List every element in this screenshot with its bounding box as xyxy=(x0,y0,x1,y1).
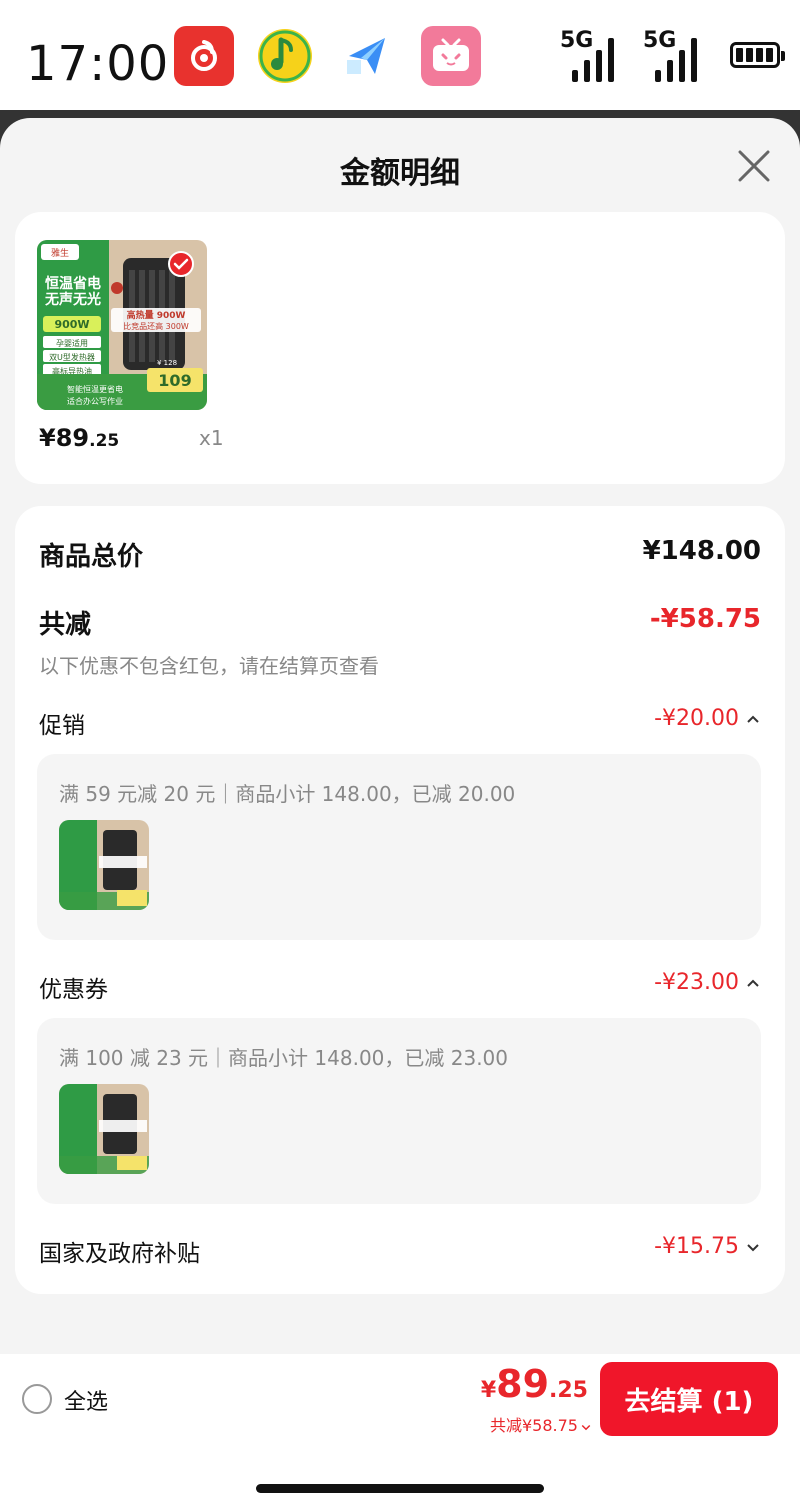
signal-5g-1-icon: 5G xyxy=(560,28,624,84)
signal-5g-2-icon: 5G xyxy=(643,28,707,84)
footer-total-price: ¥89.25 xyxy=(480,1362,588,1406)
coupon-detail-box: 满 100 减 23 元｜商品小计 148.00，已减 23.00 xyxy=(37,1018,761,1204)
svg-text:¥ 128: ¥ 128 xyxy=(157,359,177,367)
product-price: ¥89.25 xyxy=(39,424,120,452)
home-indicator[interactable] xyxy=(256,1484,544,1493)
chevron-down-icon xyxy=(581,1424,591,1430)
svg-text:孕婴适用: 孕婴适用 xyxy=(56,338,88,348)
svg-text:高热量 900W: 高热量 900W xyxy=(127,309,186,321)
chevron-up-icon xyxy=(747,715,759,723)
chevron-up-icon xyxy=(747,979,759,987)
home-area xyxy=(0,1444,800,1506)
sheet-title: 金额明细 xyxy=(340,156,460,191)
svg-text:适合办公写作业: 适合办公写作业 xyxy=(67,396,123,406)
discount-note: 以下优惠不包含红包，请在结算页查看 xyxy=(39,654,379,678)
svg-text:比竞品还高 300W: 比竞品还高 300W xyxy=(123,321,189,331)
total-price-value: ¥148.00 xyxy=(642,536,761,566)
coupon-label: 优惠券 xyxy=(39,977,108,1003)
product-image[interactable]: 雅生 恒温省电 无声无光 900W 孕婴适用 双U型发热器 高标导热油 高热量 … xyxy=(37,240,207,410)
svg-text:恒温省电: 恒温省电 xyxy=(45,275,101,292)
netease-music-icon xyxy=(174,26,234,86)
footer-saved-toggle[interactable]: 共减¥58.75 xyxy=(472,1412,592,1436)
status-bar: 17:00 5G 5G xyxy=(0,0,800,110)
battery-icon xyxy=(730,42,785,68)
footer-saved: 共减¥58.75 xyxy=(490,1416,578,1435)
subsidy-value: -¥15.75 xyxy=(654,1234,739,1259)
svg-text:900W: 900W xyxy=(54,318,89,331)
coupon-product-thumb xyxy=(59,1084,149,1174)
price-summary-card: 商品总价 ¥148.00 共减 -¥58.75 以下优惠不包含红包，请在结算页查… xyxy=(15,506,785,1294)
svg-text:双U型发热器: 双U型发热器 xyxy=(49,352,95,362)
svg-text:智能恒温更省电: 智能恒温更省电 xyxy=(67,384,123,394)
subsidy-toggle[interactable]: -¥15.75 xyxy=(654,1234,761,1259)
chevron-down-icon xyxy=(747,1244,759,1252)
svg-text:无声无光: 无声无光 xyxy=(44,291,101,308)
product-quantity: x1 xyxy=(199,426,224,450)
brand-label: 雅生 xyxy=(51,247,69,258)
send-app-icon xyxy=(337,26,397,86)
coupon-value: -¥23.00 xyxy=(654,970,739,995)
promo-detail-box: 满 59 元减 20 元｜商品小计 148.00，已减 20.00 xyxy=(37,754,761,940)
subsidy-label: 国家及政府补贴 xyxy=(39,1241,200,1267)
status-time: 17:00 xyxy=(26,36,170,92)
select-all-label[interactable]: 全选 xyxy=(64,1384,108,1416)
promo-toggle[interactable]: -¥20.00 xyxy=(654,706,761,731)
promo-value: -¥20.00 xyxy=(654,706,739,731)
discount-label: 共减 xyxy=(39,610,92,640)
coupon-toggle[interactable]: -¥23.00 xyxy=(654,970,761,995)
product-card: 雅生 恒温省电 无声无光 900W 孕婴适用 双U型发热器 高标导热油 高热量 … xyxy=(15,212,785,484)
promo-detail-text: 满 59 元减 20 元｜商品小计 148.00，已减 20.00 xyxy=(59,782,516,806)
svg-text:109: 109 xyxy=(158,371,191,390)
close-icon[interactable] xyxy=(736,148,772,184)
coupon-detail-text: 满 100 减 23 元｜商品小计 148.00，已减 23.00 xyxy=(59,1046,509,1070)
select-all-radio[interactable] xyxy=(22,1384,52,1414)
promo-label: 促销 xyxy=(39,713,85,739)
qq-music-icon xyxy=(255,26,315,86)
checkout-button[interactable]: 去结算 (1) xyxy=(600,1362,778,1436)
promo-product-thumb xyxy=(59,820,149,910)
amount-detail-sheet: 金额明细 雅生 恒温省电 无声无光 900W 孕婴适用 双U型发热器 高标导热油 xyxy=(0,118,800,1506)
discount-value: -¥58.75 xyxy=(649,604,761,634)
total-price-label: 商品总价 xyxy=(39,542,144,572)
checkout-footer: 全选 ¥89.25 共减¥58.75 去结算 (1) xyxy=(0,1354,800,1444)
bilibili-icon xyxy=(421,26,481,86)
